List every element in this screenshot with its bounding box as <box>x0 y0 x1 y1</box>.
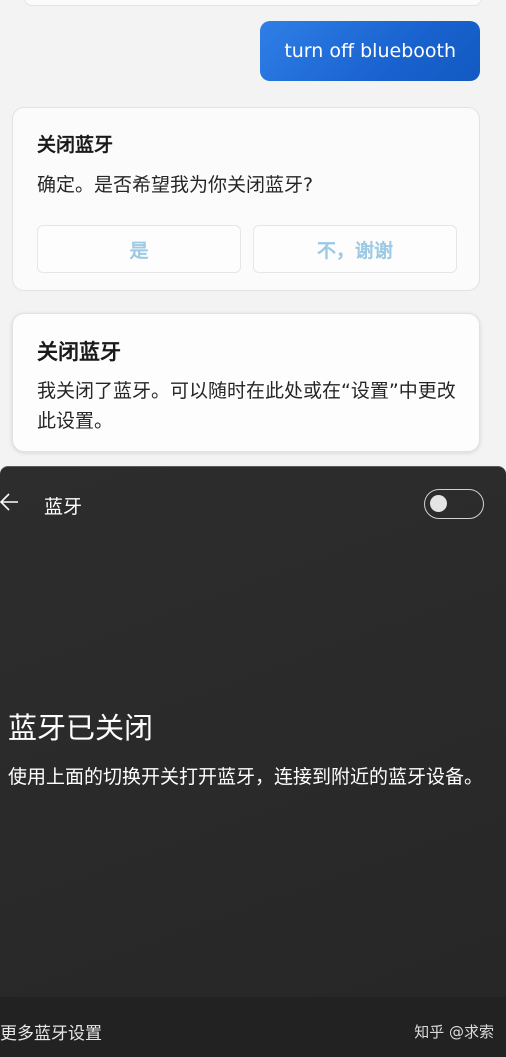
back-arrow-icon[interactable] <box>0 491 20 513</box>
bluetooth-panel: 蓝牙 蓝牙已关闭 使用上面的切换开关打开蓝牙，连接到附近的蓝牙设备。 更多蓝牙设… <box>0 466 506 1057</box>
confirm-card-text: 确定。是否希望我为你关闭蓝牙? <box>37 174 314 196</box>
watermark: 知乎 @求索 <box>414 1023 494 1041</box>
no-thanks-button[interactable]: 不，谢谢 <box>253 225 457 273</box>
result-card: 关闭蓝牙 我关闭了蓝牙。可以随时在此处或在“设置”中更改此设置。 <box>12 313 480 452</box>
previous-message-edge <box>24 0 482 6</box>
toggle-knob <box>430 495 447 512</box>
panel-title: 蓝牙 <box>44 496 83 518</box>
yes-button[interactable]: 是 <box>37 225 241 273</box>
bluetooth-off-title: 蓝牙已关闭 <box>8 711 154 745</box>
confirm-card-title: 关闭蓝牙 <box>37 134 114 156</box>
bluetooth-off-description: 使用上面的切换开关打开蓝牙，连接到附近的蓝牙设备。 <box>8 766 484 788</box>
result-card-text: 我关闭了蓝牙。可以随时在此处或在“设置”中更改此设置。 <box>37 380 456 432</box>
confirm-card: 关闭蓝牙 确定。是否希望我为你关闭蓝牙? 是 不，谢谢 <box>12 107 480 291</box>
bluetooth-toggle[interactable] <box>424 489 484 519</box>
result-card-title: 关闭蓝牙 <box>37 340 121 364</box>
more-bluetooth-settings-link[interactable]: 更多蓝牙设置 <box>0 1019 102 1044</box>
user-message-bubble: turn off bluebooth <box>260 21 480 81</box>
panel-footer: 更多蓝牙设置 知乎 @求索 <box>0 997 506 1057</box>
